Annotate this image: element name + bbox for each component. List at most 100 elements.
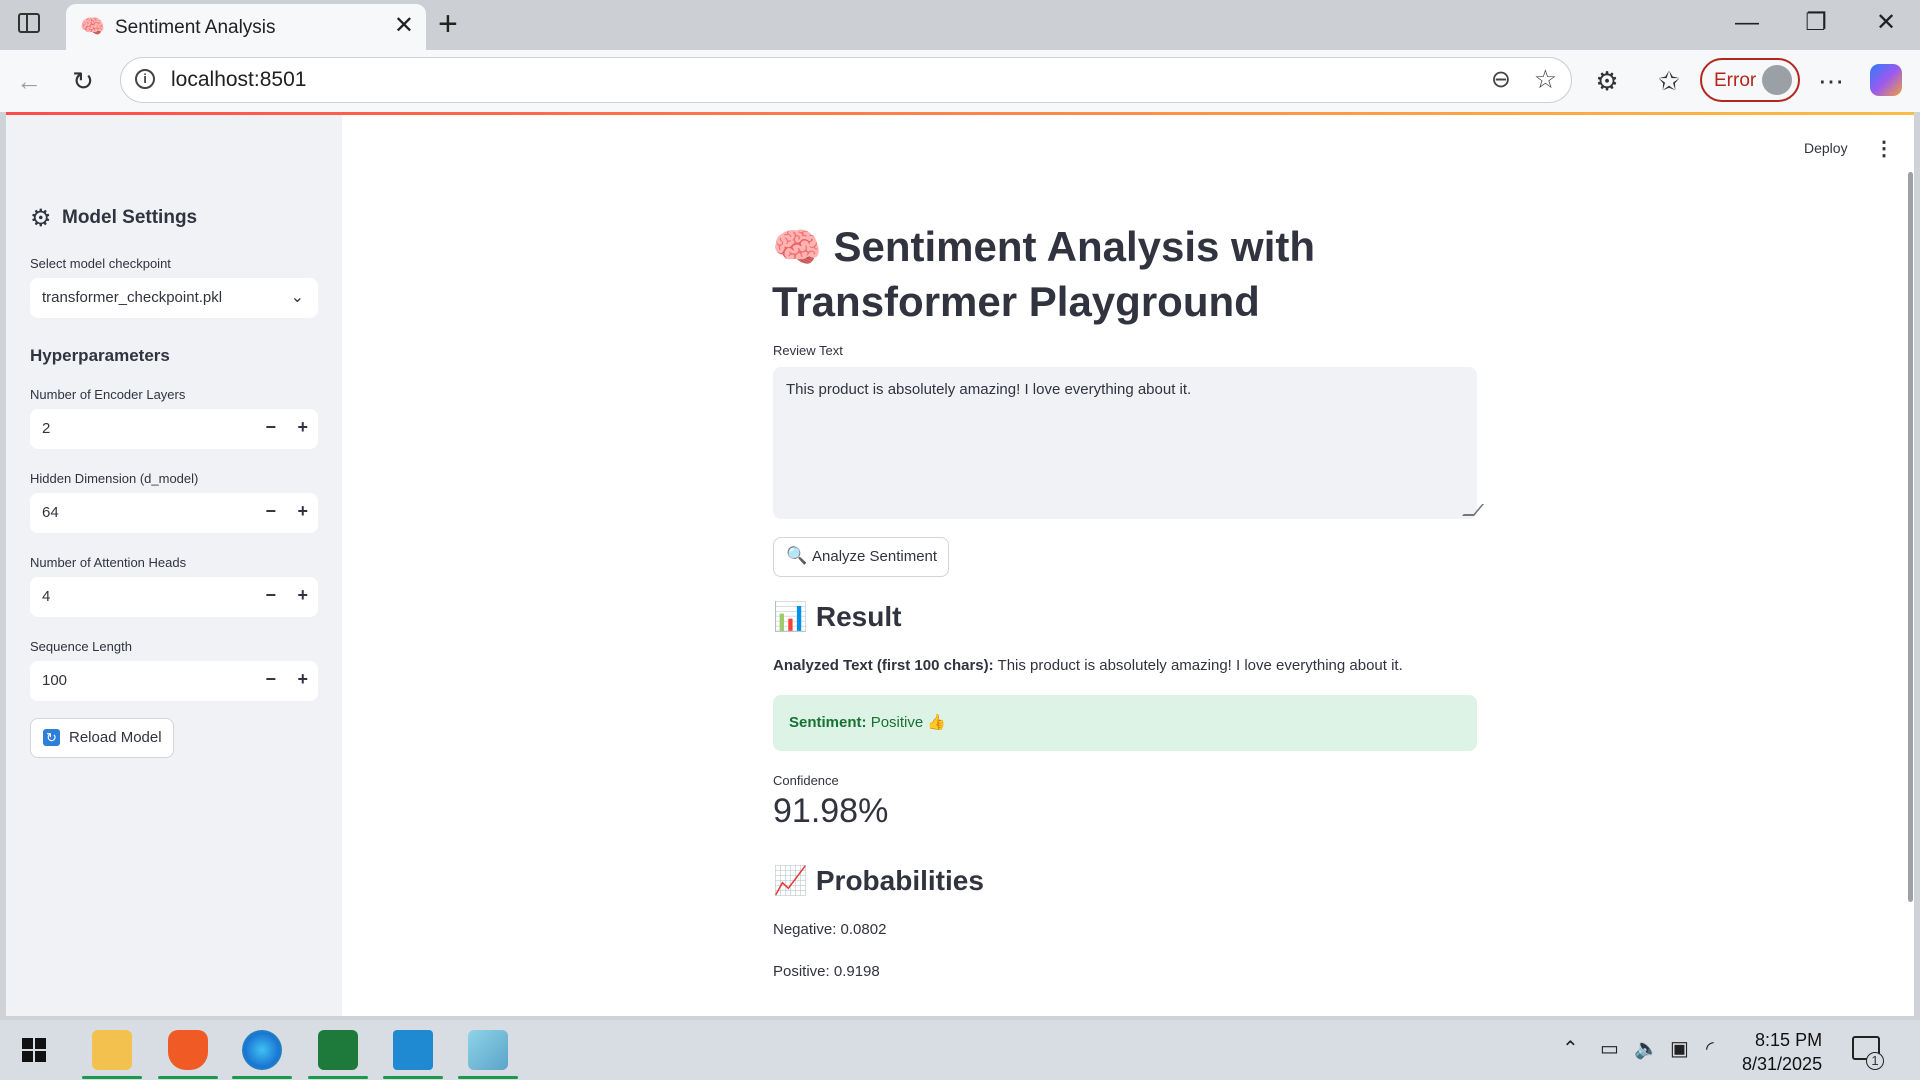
address-bar[interactable]: i localhost:8501 ⊖ ☆	[120, 57, 1572, 103]
file-explorer-icon[interactable]	[92, 1030, 132, 1070]
reload-model-button[interactable]: ↻ Reload Model	[30, 718, 174, 758]
brain-icon: 🧠	[772, 226, 822, 270]
increment-button[interactable]: +	[297, 669, 308, 690]
decrement-button[interactable]: −	[265, 669, 276, 690]
zoom-out-icon[interactable]: ⊖	[1491, 65, 1511, 94]
vscode-icon[interactable]	[393, 1030, 433, 1070]
checkpoint-label: Select model checkpoint	[30, 256, 171, 271]
magnifier-icon: 🔍	[786, 546, 808, 565]
windows-start-icon[interactable]	[22, 1038, 46, 1062]
volume-icon[interactable]: 🔈	[1634, 1036, 1659, 1061]
back-icon[interactable]: ←	[12, 66, 46, 96]
browser-tabstrip: 🧠 Sentiment Analysis ✕ + — ❐ ✕	[0, 0, 1920, 50]
seq-len-label: Sequence Length	[30, 639, 132, 654]
attention-heads-value[interactable]: 4	[42, 588, 50, 605]
new-tab-icon[interactable]: +	[438, 6, 458, 42]
avatar	[1762, 65, 1792, 95]
negative-probability: Negative: 0.0802	[773, 921, 887, 938]
extensions-icon[interactable]: ⚙	[1590, 66, 1624, 96]
chevron-down-icon: ⌄	[290, 289, 304, 306]
checkpoint-select[interactable]: transformer_checkpoint.pkl ⌄	[30, 278, 318, 318]
sentiment-alert: Sentiment: Positive 👍	[773, 695, 1477, 751]
page-viewport: ⚙ Model Settings Select model checkpoint…	[6, 112, 1914, 1016]
probabilities-heading-text: Probabilities	[815, 865, 984, 896]
review-text-value[interactable]: This product is absolutely amazing! I lo…	[786, 381, 1191, 398]
sidebar-title: Model Settings	[62, 207, 198, 228]
checkpoint-value: transformer_checkpoint.pkl	[42, 289, 223, 306]
decrement-button[interactable]: −	[265, 585, 276, 606]
increment-button[interactable]: +	[297, 501, 308, 522]
analyzed-text-prefix: Analyzed Text (first 100 chars):	[773, 657, 994, 674]
sidebar: ⚙ Model Settings Select model checkpoint…	[6, 115, 342, 1016]
analyze-sentiment-button[interactable]: 🔍 Analyze Sentiment	[773, 537, 949, 577]
project-app-icon[interactable]	[318, 1030, 358, 1070]
reload-icon[interactable]: ↻	[66, 66, 100, 96]
analyzed-text-value: This product is absolutely amazing! I lo…	[997, 657, 1403, 674]
brain-icon: 🧠	[80, 16, 105, 38]
taskbar: ⌃ ▭ 🔈 ▣ ◜ 8:15 PM 8/31/2025 1	[0, 1020, 1920, 1080]
sidebar-toggle-icon[interactable]	[18, 13, 40, 33]
info-icon[interactable]: i	[135, 69, 155, 89]
notification-count: 1	[1866, 1052, 1884, 1070]
resize-handle-icon[interactable]	[1462, 504, 1485, 516]
chevron-up-icon[interactable]: ⌃	[1562, 1036, 1579, 1061]
reload-model-label: Reload Model	[69, 729, 162, 746]
wifi-icon[interactable]: ◜	[1706, 1036, 1714, 1061]
edge-browser-icon[interactable]	[242, 1030, 282, 1070]
running-indicator	[82, 1076, 142, 1079]
favorites-icon[interactable]: ✩	[1652, 66, 1686, 96]
sentiment-prefix: Sentiment:	[789, 714, 867, 731]
url-text[interactable]: localhost:8501	[171, 68, 306, 92]
browser-tab[interactable]: 🧠 Sentiment Analysis ✕	[66, 4, 426, 50]
decrement-button[interactable]: −	[265, 501, 276, 522]
profile-error-button[interactable]: Error	[1700, 58, 1800, 102]
decrement-button[interactable]: −	[265, 417, 276, 438]
system-clock[interactable]: 8:15 PM 8/31/2025	[1742, 1028, 1822, 1076]
review-textarea[interactable]: This product is absolutely amazing! I lo…	[773, 367, 1485, 519]
confidence-value: 91.98%	[773, 792, 889, 830]
notepad-icon[interactable]	[468, 1030, 508, 1070]
close-window-icon[interactable]: ✕	[1871, 8, 1901, 38]
seq-len-value[interactable]: 100	[42, 672, 67, 689]
probabilities-heading: 📈 Probabilities	[773, 864, 984, 897]
restore-icon[interactable]: ❐	[1801, 8, 1831, 38]
hidden-dim-stepper[interactable]: 64 − +	[30, 493, 318, 533]
minimize-icon[interactable]: —	[1732, 8, 1762, 38]
refresh-icon: ↻	[43, 729, 60, 746]
trend-chart-icon: 📈	[773, 865, 808, 896]
close-tab-icon[interactable]: ✕	[394, 13, 414, 39]
encoder-layers-stepper[interactable]: 2 − +	[30, 409, 318, 449]
main-menu-icon[interactable]: ⋮	[1874, 136, 1894, 161]
battery-icon[interactable]: ▭	[1600, 1036, 1619, 1061]
confidence-label: Confidence	[773, 773, 839, 788]
scrollbar[interactable]	[1908, 172, 1913, 902]
browser-navbar: ← ↻ i localhost:8501 ⊖ ☆ ⚙ ✩ Error ⋯	[0, 50, 1920, 112]
page-title-text: Sentiment Analysis with Transformer Play…	[772, 223, 1316, 325]
running-indicator	[383, 1076, 443, 1079]
running-indicator	[458, 1076, 518, 1079]
running-indicator	[158, 1076, 218, 1079]
seq-len-stepper[interactable]: 100 − +	[30, 661, 318, 701]
bar-chart-icon: 📊	[773, 601, 808, 632]
clock-time: 8:15 PM	[1755, 1030, 1823, 1050]
brave-browser-icon[interactable]	[168, 1030, 208, 1070]
increment-button[interactable]: +	[297, 417, 308, 438]
tab-title: Sentiment Analysis	[115, 17, 276, 38]
increment-button[interactable]: +	[297, 585, 308, 606]
copilot-icon[interactable]	[1870, 64, 1902, 96]
page-title: 🧠 Sentiment Analysis with Transformer Pl…	[772, 220, 1412, 329]
encoder-layers-value[interactable]: 2	[42, 420, 50, 437]
clock-date: 8/31/2025	[1742, 1054, 1823, 1074]
display-icon[interactable]: ▣	[1670, 1036, 1689, 1061]
encoder-layers-label: Number of Encoder Layers	[30, 387, 186, 402]
sentiment-text: Sentiment: Positive 👍	[789, 713, 946, 731]
gear-icon: ⚙	[30, 205, 52, 232]
favorite-star-icon[interactable]: ☆	[1534, 64, 1557, 95]
deploy-button[interactable]: Deploy	[1804, 140, 1848, 156]
attention-heads-stepper[interactable]: 4 − +	[30, 577, 318, 617]
more-options-icon[interactable]: ⋯	[1814, 66, 1848, 96]
running-indicator	[232, 1076, 292, 1079]
result-heading: 📊 Result	[773, 600, 901, 633]
hidden-dim-value[interactable]: 64	[42, 504, 59, 521]
result-heading-text: Result	[815, 601, 902, 632]
